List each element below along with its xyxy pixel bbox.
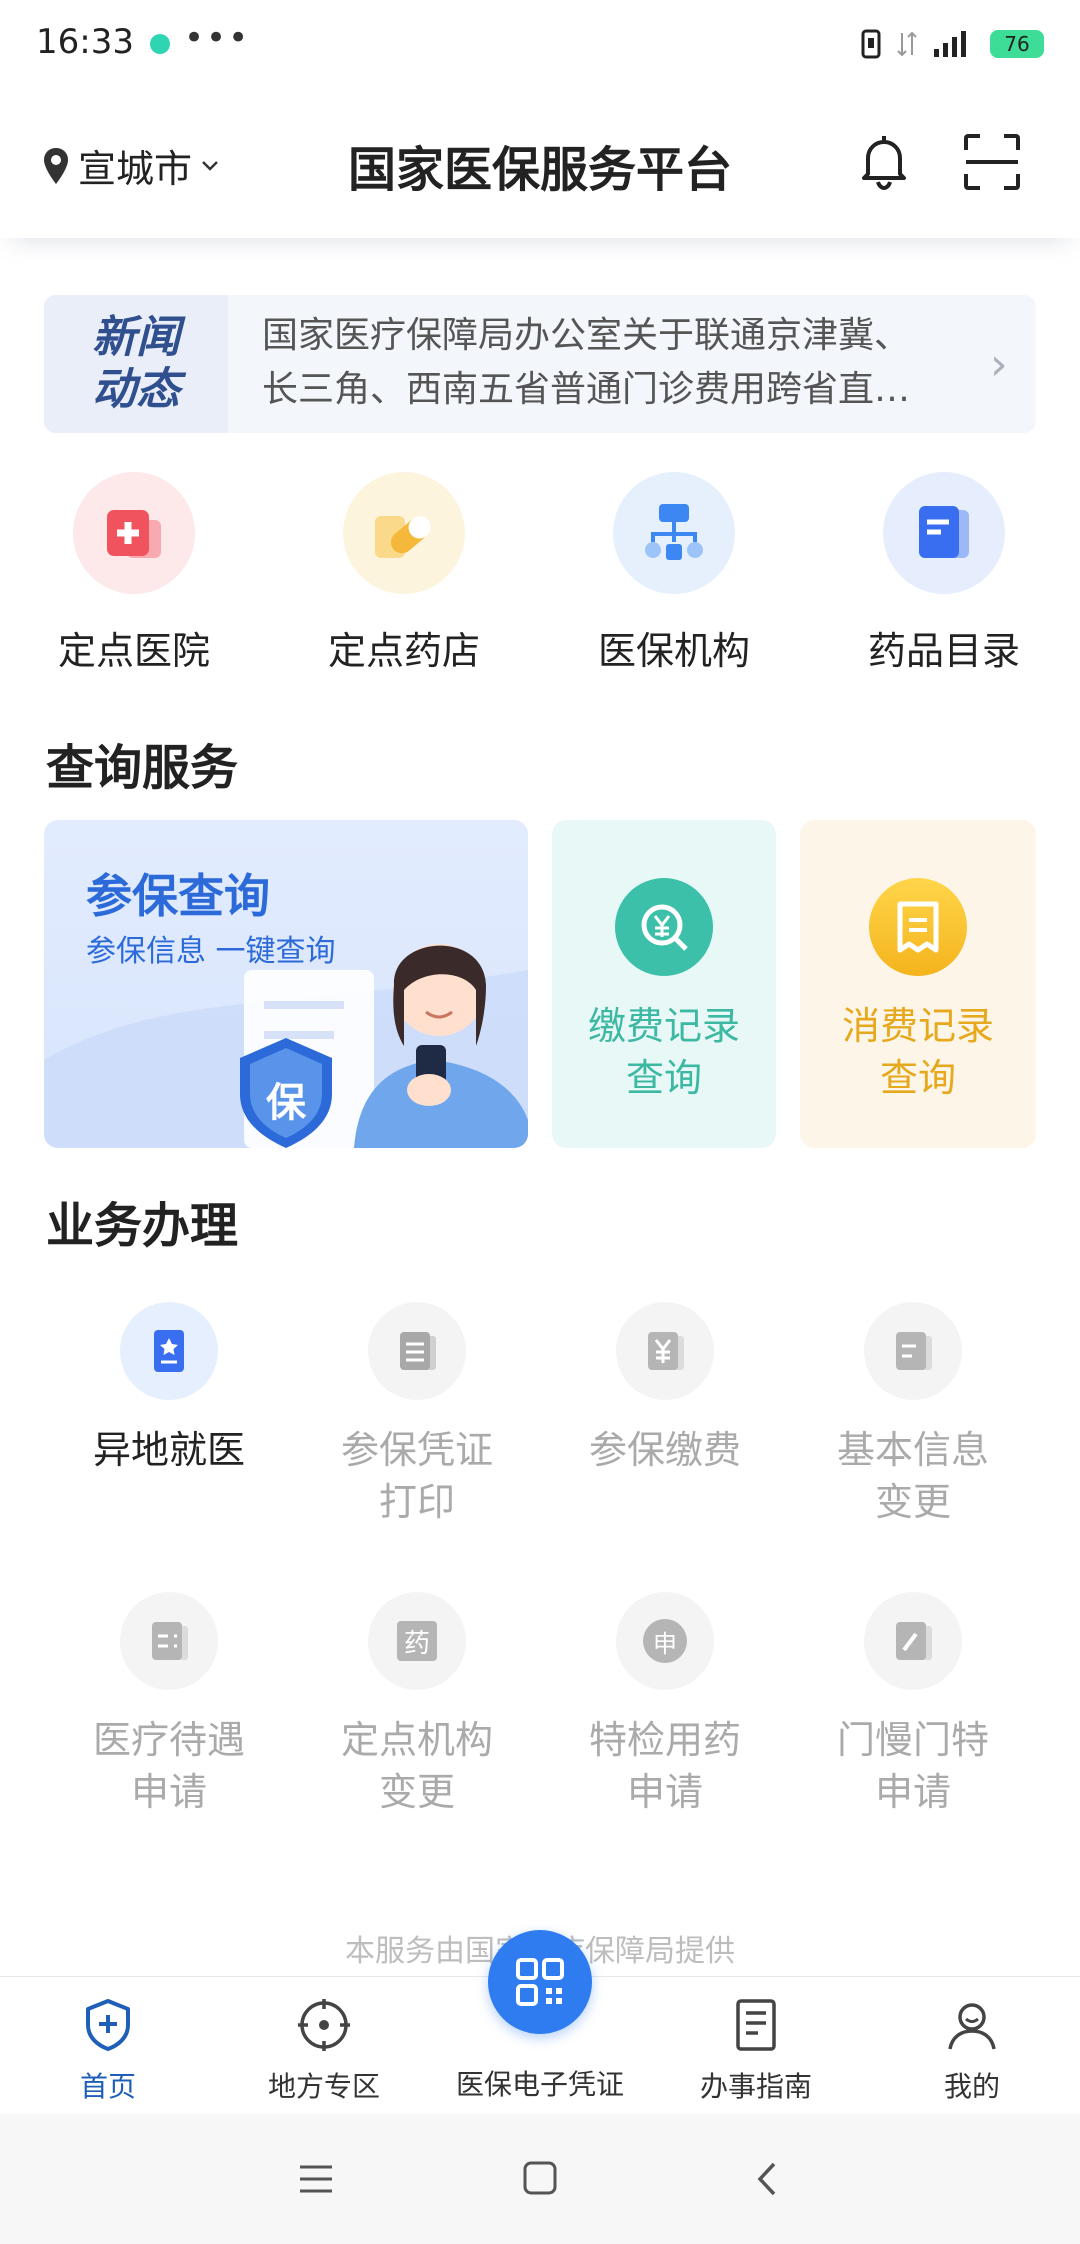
biz-label: 参保缴费: [588, 1428, 741, 1472]
biz-benefit-apply[interactable]: 医疗待遇 申请: [64, 1592, 274, 1818]
biz-institution-change[interactable]: 药 定点机构 变更: [312, 1592, 522, 1818]
payment-record-card[interactable]: 缴费记录 查询: [552, 820, 776, 1148]
notification-dot-icon: [150, 34, 170, 54]
menu-icon[interactable]: [296, 2162, 336, 2196]
org-icon: [613, 472, 735, 594]
biz-certificate-print[interactable]: 参保凭证 打印: [312, 1302, 522, 1528]
biz-chronic-apply[interactable]: 门慢门特 申请: [808, 1592, 1018, 1818]
biz-label: 医疗待遇: [92, 1718, 245, 1762]
insurance-query-card[interactable]: 参保查询 参保信息 一键查询 保: [44, 820, 528, 1148]
document-icon: [736, 1999, 776, 2051]
biz-insurance-payment[interactable]: 参保缴费: [560, 1302, 770, 1476]
receipt-icon: [869, 878, 967, 976]
tab-label: 办事指南: [699, 2070, 812, 2103]
benefit-icon: [120, 1592, 218, 1690]
biz-special-drug-apply[interactable]: 申 特检用药 申请: [560, 1592, 770, 1818]
tab-label: 首页: [79, 2070, 136, 2103]
top-header: 宣城市 国家医保服务平台: [0, 88, 1080, 238]
badge-text: 保: [266, 1080, 306, 1126]
qr-code-button[interactable]: [488, 1930, 592, 2034]
quick-pharmacy[interactable]: 定点药店: [284, 472, 524, 675]
status-time: 16:33: [36, 22, 134, 62]
payment-record-label: 缴费记录 查询: [587, 1004, 740, 1100]
bell-icon[interactable]: [856, 132, 912, 192]
biz-label: 定点机构: [340, 1718, 493, 1762]
biz-label: 特检用药: [588, 1718, 741, 1762]
battery-icon: 76: [990, 30, 1044, 58]
hospital-icon: [73, 472, 195, 594]
quick-institution[interactable]: 医保机构: [554, 472, 794, 675]
quick-label: 医保机构: [597, 629, 750, 673]
quick-catalog[interactable]: 药品目录: [824, 472, 1064, 675]
news-headline: 国家医疗保障局办公室关于联通京津冀、 长三角、西南五省普通门诊费用跨省直…: [262, 315, 911, 410]
tab-home[interactable]: 首页: [0, 1997, 216, 2105]
biz-info-change[interactable]: 基本信息 变更: [808, 1302, 1018, 1528]
yuan-icon: [616, 1302, 714, 1400]
section-title-business: 业务办理: [46, 1198, 239, 1254]
edit-icon: [864, 1592, 962, 1690]
quick-label: 药品目录: [867, 629, 1020, 673]
page-title: 国家医保服务平台: [347, 142, 732, 198]
tab-label: 我的: [943, 2070, 1000, 2103]
section-title-query: 查询服务: [46, 740, 239, 796]
chevron-right-icon: ›: [990, 339, 1008, 390]
print-icon: [368, 1302, 466, 1400]
catalog-icon: [883, 472, 1005, 594]
tab-local-zone[interactable]: 地方专区: [216, 1997, 432, 2105]
tab-mine[interactable]: 我的: [864, 1997, 1080, 2105]
spending-record-card[interactable]: 消费记录 查询: [800, 820, 1036, 1148]
status-icons: 76: [860, 24, 1044, 64]
biz-label-2: 打印: [378, 1480, 455, 1524]
spending-record-label: 消费记录 查询: [841, 1004, 994, 1100]
tab-e-certificate[interactable]: 医保电子凭证: [432, 2063, 648, 2103]
biz-label-2: 申请: [626, 1770, 703, 1814]
info-icon: [864, 1302, 962, 1400]
tab-label: 地方专区: [267, 2070, 380, 2103]
pill-icon: [343, 472, 465, 594]
target-icon: [298, 1999, 350, 2051]
news-banner[interactable]: 新闻 动态 国家医疗保障局办公室关于联通京津冀、 长三角、西南五省普通门诊费用跨…: [44, 295, 1036, 433]
more-notifications-icon: •••: [184, 18, 251, 58]
biz-label-2: 变更: [378, 1770, 455, 1814]
tab-guide[interactable]: 办事指南: [648, 1997, 864, 2105]
biz-remote-medical[interactable]: 异地就医: [64, 1302, 274, 1476]
biz-label: 基本信息: [836, 1428, 989, 1472]
biz-label-2: 申请: [874, 1770, 951, 1814]
tab-label: 医保电子凭证: [455, 2068, 624, 2101]
biz-label: 参保凭证: [340, 1428, 493, 1472]
scan-icon[interactable]: [962, 132, 1022, 192]
biz-label: 门慢门特: [836, 1718, 989, 1762]
qr-icon: [516, 1958, 564, 2006]
status-bar: 16:33 ••• 76: [0, 0, 1080, 88]
remote-medical-icon: [120, 1302, 218, 1400]
payment-search-icon: [615, 878, 713, 976]
signal-icon: [934, 31, 966, 57]
apply-icon: 申: [616, 1592, 714, 1690]
biz-label-2: 变更: [874, 1480, 951, 1524]
news-tag: 新闻 动态: [44, 295, 228, 433]
quick-hospital[interactable]: 定点医院: [14, 472, 254, 675]
biz-label-2: 申请: [130, 1770, 207, 1814]
vibrate-icon: [861, 29, 881, 59]
quick-label: 定点药店: [327, 629, 480, 673]
biz-label: 异地就医: [92, 1428, 245, 1472]
drug-icon: 药: [368, 1592, 466, 1690]
system-nav-bar: [0, 2114, 1080, 2244]
data-arrows-icon: [897, 31, 917, 57]
quick-label: 定点医院: [57, 629, 210, 673]
back-icon[interactable]: [752, 2160, 782, 2198]
home-square-icon[interactable]: [522, 2160, 558, 2196]
home-shield-icon: [86, 1999, 130, 2051]
user-icon: [948, 2003, 996, 2050]
